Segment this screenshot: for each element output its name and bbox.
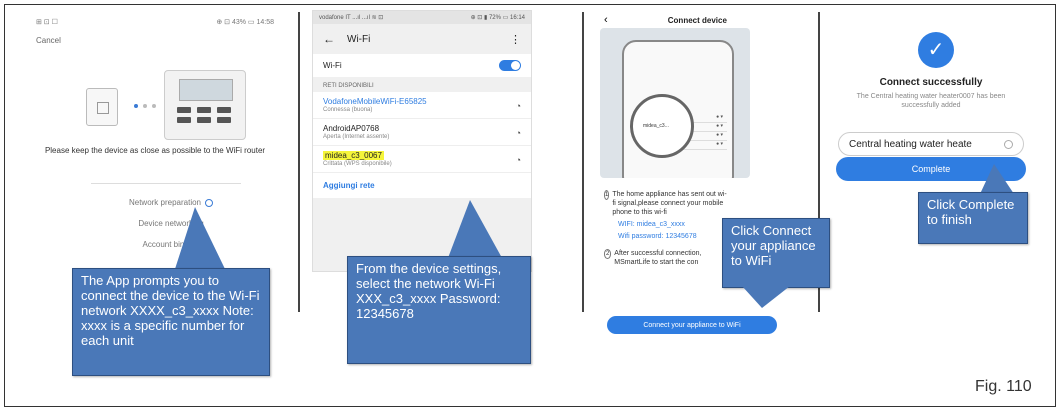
callout-pointer	[980, 164, 1014, 194]
status-left: ⊞ ⊡ ☐	[36, 19, 58, 26]
progress-dots	[134, 104, 156, 108]
phone-illustration: ● ▾ ● ▾ ● ▾ ● ▾ midea_c3...	[600, 28, 750, 178]
network-item[interactable]: AndroidAP0768 Aperta (Internet assente) …	[313, 119, 531, 146]
callout-network-prompt: The App prompts you to connect the devic…	[72, 268, 270, 376]
success-title: Connect successfully	[879, 77, 983, 88]
networks-section-label: RETI DISPONIBILI	[323, 83, 374, 89]
wifi-name: WIFI: midea_c3_xxxx	[618, 221, 685, 228]
wifi-signal-icon: ◔	[515, 128, 521, 138]
add-network-link[interactable]: Aggiungi rete	[313, 173, 531, 198]
status-bar: ⊞ ⊡ ☐ ⊕ ⊡ 43% ▭ 14:58	[36, 18, 274, 26]
network-item[interactable]: VodafoneMobileWiFi-E65825 Connessa (buon…	[313, 92, 531, 119]
wifi-password: Wifi password: 12345678	[618, 233, 697, 240]
callout-pointer	[448, 200, 502, 258]
more-menu-icon[interactable]: ⋮	[510, 33, 521, 46]
callout-pointer	[742, 286, 790, 308]
status-right: ⊕ ⊡ 43% ▭ 14:58	[216, 19, 274, 26]
panel-network-preparation: ⊞ ⊡ ☐ ⊕ ⊡ 43% ▭ 14:58 Cancel Please keep…	[36, 10, 274, 310]
phone-icon	[86, 88, 118, 126]
proximity-instruction: Please keep the device as close as possi…	[44, 146, 266, 155]
callout-connect-appliance: Click Connect your appliance to WiFi	[722, 218, 830, 288]
wifi-signal-icon: ◔	[515, 155, 521, 165]
callout-complete: Click Complete to finish	[918, 192, 1028, 244]
back-arrow-icon[interactable]: ←	[323, 32, 335, 46]
panel-divider	[582, 12, 584, 312]
wifi-toggle-row[interactable]: Wi-Fi	[313, 54, 531, 77]
step-number-icon: 1	[604, 190, 610, 200]
panel-divider	[298, 12, 300, 312]
step-number-icon: 2	[604, 249, 612, 259]
step-network-preparation: Network preparation	[96, 198, 246, 207]
connect-instructions: 1 The home appliance has sent out wi-fi s…	[604, 190, 729, 267]
wifi-toggle[interactable]	[499, 60, 521, 71]
status-bar: vodafone IT ...ıl ...ıl ≋ ⊡ ⊕ ⊡ ▮ 72% ▭ …	[313, 11, 531, 24]
connect-wifi-button[interactable]: Connect your appliance to WiFi	[607, 316, 777, 334]
clear-icon[interactable]	[1004, 139, 1013, 149]
success-check-icon: ✓	[918, 32, 954, 68]
wifi-signal-icon: ◔	[515, 101, 521, 111]
figure-label: Fig. 110	[975, 378, 1032, 395]
thermostat-icon	[164, 70, 246, 140]
back-chevron-icon[interactable]: ‹	[604, 14, 608, 26]
device-name-field[interactable]: Central heating water heate	[838, 132, 1024, 156]
success-subtitle: The Central heating water heater0007 has…	[856, 93, 1006, 109]
network-item-midea[interactable]: midea_c3_0067 Crittata (WPS disponibile)…	[313, 146, 531, 173]
cancel-link[interactable]: Cancel	[36, 36, 274, 45]
callout-pointer	[175, 207, 225, 269]
step-status-icon	[205, 198, 214, 207]
connect-header: ‹ Connect device	[598, 10, 793, 30]
page-title: Wi-Fi	[347, 33, 371, 45]
device-illustration	[86, 70, 266, 150]
magnifier-icon: midea_c3...	[630, 94, 694, 158]
callout-select-network: From the device settings, select the net…	[347, 256, 531, 364]
divider	[91, 183, 241, 184]
wifi-header: ← Wi-Fi ⋮	[313, 24, 531, 54]
panel-connect-success: ✓ Connect successfully The Central heati…	[836, 10, 1026, 310]
page-title: Connect device	[667, 15, 727, 25]
